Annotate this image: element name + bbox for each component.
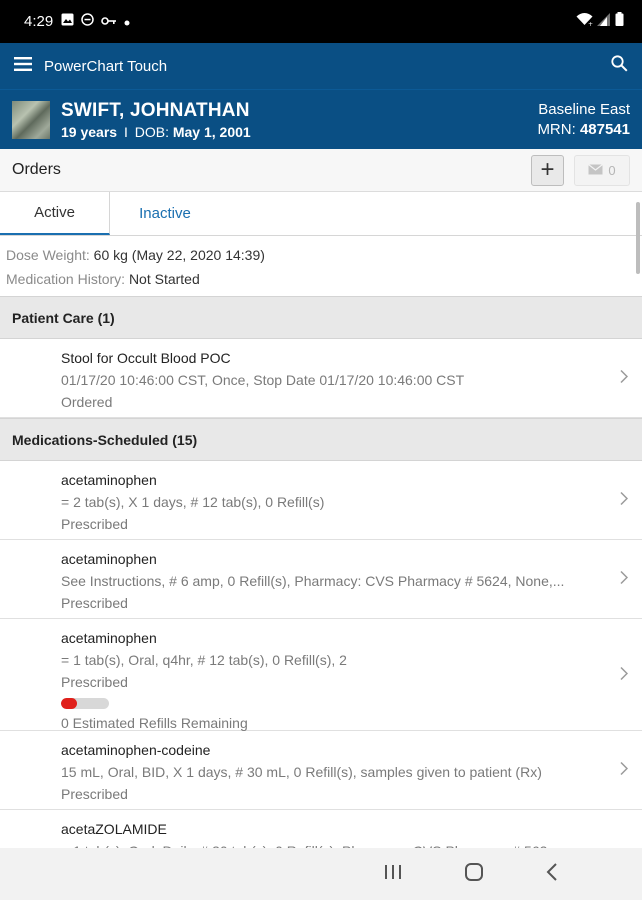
app-title: PowerChart Touch bbox=[44, 57, 168, 75]
back-icon[interactable] bbox=[546, 862, 558, 886]
order-name: Stool for Occult Blood POC bbox=[61, 350, 231, 366]
dose-weight-value: 60 kg (May 22, 2020 14:39) bbox=[93, 247, 265, 263]
dose-weight-label: Dose Weight: bbox=[6, 247, 90, 263]
patient-age: 19 years bbox=[61, 123, 118, 140]
refill-progress-bar bbox=[61, 698, 109, 709]
patient-name: SWIFT, JOHNATHAN bbox=[61, 99, 250, 121]
mrn-label: MRN: bbox=[537, 121, 576, 138]
wifi-icon: + bbox=[576, 12, 593, 31]
order-status: Ordered bbox=[61, 394, 113, 410]
order-status: Prescribed bbox=[61, 674, 128, 690]
battery-icon bbox=[615, 12, 624, 31]
list-item[interactable]: acetaminophen = 1 tab(s), Oral, q4hr, # … bbox=[0, 619, 642, 731]
order-detail: = 2 tab(s), X 1 days, # 12 tab(s), 0 Ref… bbox=[61, 494, 325, 510]
order-status: Prescribed bbox=[61, 516, 128, 532]
order-name: acetaminophen bbox=[61, 630, 157, 646]
recents-icon[interactable] bbox=[384, 864, 402, 885]
demographics-separator: I bbox=[123, 123, 128, 140]
mail-icon bbox=[588, 163, 604, 178]
chevron-right-icon bbox=[620, 369, 629, 387]
list-item[interactable]: Stool for Occult Blood POC 01/17/20 10:4… bbox=[0, 339, 642, 418]
patient-banner[interactable]: SWIFT, JOHNATHAN 19 years I DOB: May 1, … bbox=[0, 89, 642, 149]
chevron-right-icon bbox=[620, 491, 629, 509]
patient-mrn: MRN: 487541 bbox=[537, 121, 630, 138]
tab-active[interactable]: Active bbox=[0, 192, 110, 235]
section-header-medications-scheduled[interactable]: Medications-Scheduled (15) bbox=[0, 418, 642, 461]
patient-location: Baseline East bbox=[538, 101, 630, 118]
status-time: 4:29 bbox=[24, 13, 54, 30]
order-name: acetaminophen-codeine bbox=[61, 742, 211, 758]
patient-dob: May 1, 2001 bbox=[172, 123, 251, 140]
key-icon bbox=[101, 13, 117, 31]
patient-demographics: 19 years I DOB: May 1, 2001 bbox=[61, 124, 251, 140]
order-detail: = 1 tab(s), Oral, q4hr, # 12 tab(s), 0 R… bbox=[61, 652, 347, 668]
order-name: acetaminophen bbox=[61, 551, 157, 567]
order-status: Prescribed bbox=[61, 595, 128, 611]
home-icon[interactable] bbox=[464, 862, 484, 887]
dot-icon bbox=[124, 13, 130, 31]
list-item[interactable]: acetaminophen-codeine 15 mL, Oral, BID, … bbox=[0, 731, 642, 810]
menu-icon[interactable] bbox=[14, 56, 32, 76]
med-history-label: Medication History: bbox=[6, 271, 126, 287]
chevron-right-icon bbox=[620, 761, 629, 779]
orders-bar: Orders + 0 bbox=[0, 149, 642, 192]
order-detail: 01/17/20 10:46:00 CST, Once, Stop Date 0… bbox=[61, 372, 465, 388]
inbox-count: 0 bbox=[608, 162, 616, 178]
dose-weight-row: Dose Weight: 60 kg (May 22, 2020 14:39) bbox=[6, 244, 636, 268]
med-history-value: Not Started bbox=[128, 271, 200, 287]
add-order-button[interactable]: + bbox=[531, 154, 564, 186]
dob-label: DOB: bbox=[134, 123, 169, 140]
scrollbar[interactable] bbox=[636, 202, 640, 274]
patient-info: Dose Weight: 60 kg (May 22, 2020 14:39) … bbox=[0, 236, 642, 296]
svg-text:+: + bbox=[588, 21, 593, 26]
mrn-value: 487541 bbox=[579, 121, 630, 138]
app-bar: PowerChart Touch bbox=[0, 43, 642, 89]
refill-progress-fill bbox=[61, 698, 77, 709]
system-nav-bar bbox=[0, 848, 642, 900]
tab-inactive[interactable]: Inactive bbox=[110, 192, 220, 235]
order-detail: See Instructions, # 6 amp, 0 Refill(s), … bbox=[61, 573, 565, 589]
signal-icon bbox=[597, 12, 611, 31]
status-bar: 4:29 + bbox=[0, 0, 642, 43]
section-header-patient-care[interactable]: Patient Care (1) bbox=[0, 296, 642, 339]
dnd-icon bbox=[81, 12, 94, 31]
orders-title: Orders bbox=[12, 161, 61, 178]
med-history-row: Medication History: Not Started bbox=[6, 268, 636, 292]
image-icon bbox=[61, 13, 74, 31]
order-name: acetaZOLAMIDE bbox=[61, 821, 167, 837]
order-detail: 15 mL, Oral, BID, X 1 days, # 30 mL, 0 R… bbox=[61, 764, 542, 780]
chevron-right-icon bbox=[620, 666, 629, 683]
patient-photo bbox=[12, 100, 50, 139]
order-name: acetaminophen bbox=[61, 472, 157, 488]
list-item[interactable]: acetaminophen = 2 tab(s), X 1 days, # 12… bbox=[0, 461, 642, 540]
order-status: Prescribed bbox=[61, 786, 128, 802]
list-item[interactable]: acetaminophen See Instructions, # 6 amp,… bbox=[0, 540, 642, 619]
inbox-button[interactable]: 0 bbox=[574, 154, 630, 186]
chevron-right-icon bbox=[620, 570, 629, 588]
order-tabs: Active Inactive bbox=[0, 192, 642, 236]
search-icon[interactable] bbox=[611, 55, 628, 77]
